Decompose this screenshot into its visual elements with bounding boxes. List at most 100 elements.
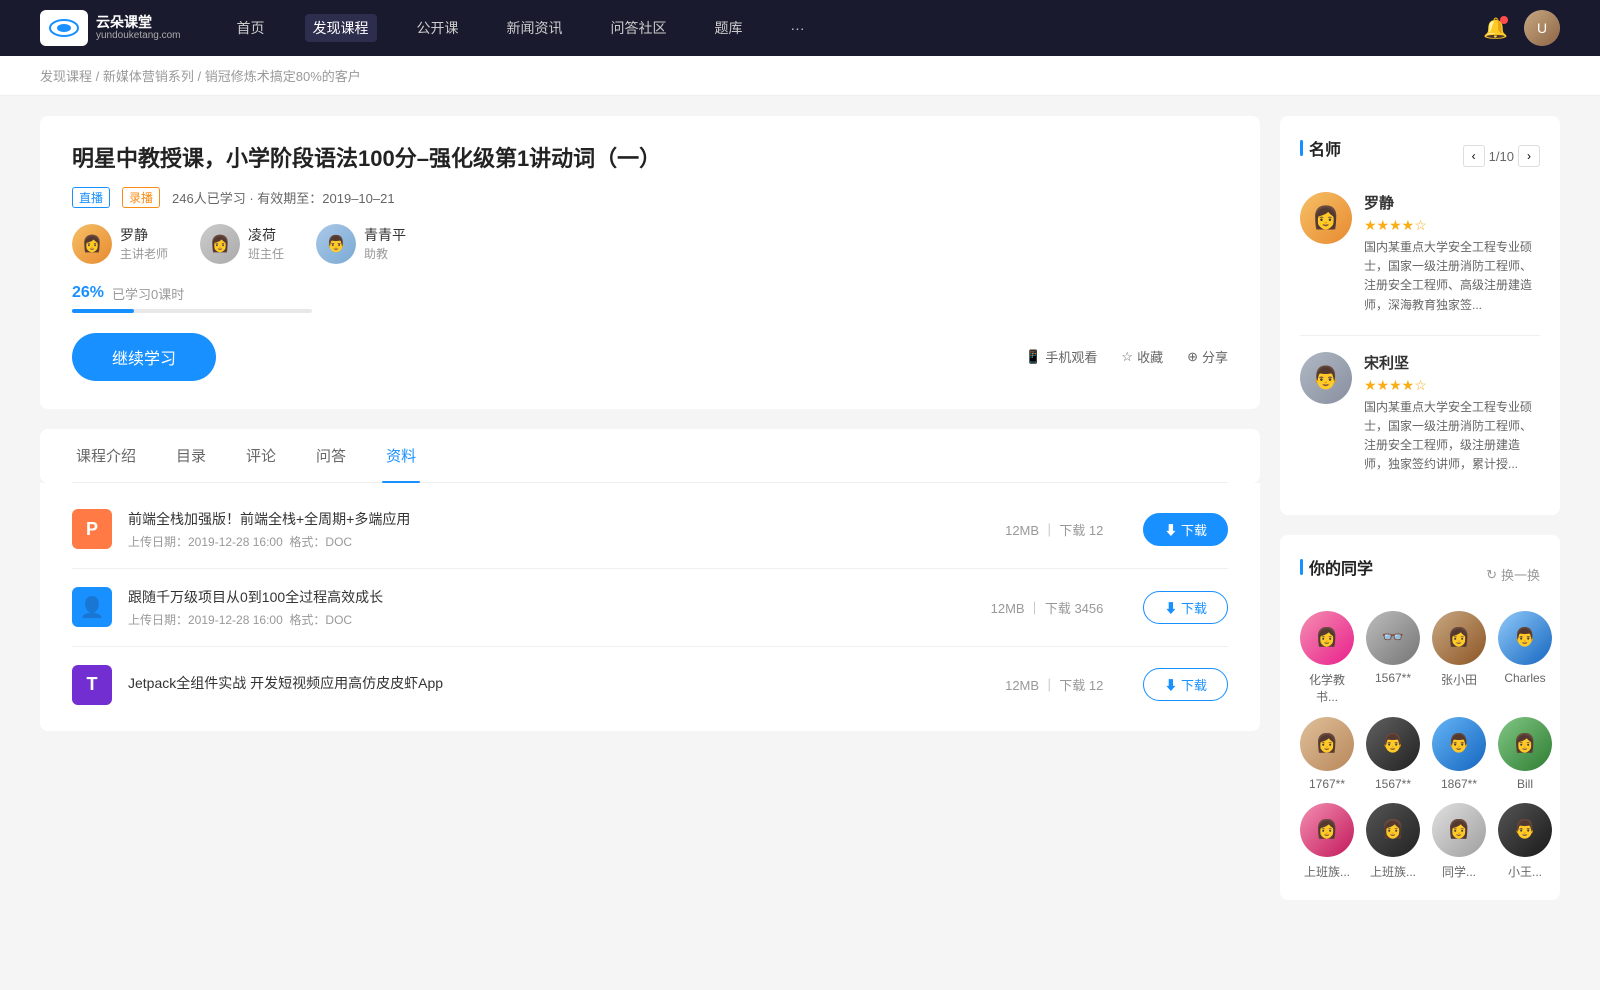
- student-0: 👩 化学教书...: [1300, 611, 1354, 705]
- student-5: 👨 1567**: [1366, 717, 1420, 791]
- student-8-avatar: 👩: [1300, 803, 1354, 857]
- main-content: 明星中教授课，小学阶段语法100分–强化级第1讲动词（一） 直播 录播 246人…: [40, 116, 1260, 920]
- nav-item-quiz[interactable]: 题库: [707, 14, 751, 42]
- logo-text: 云朵课堂 yundouketang.com: [96, 14, 181, 43]
- bell-icon[interactable]: 🔔: [1483, 16, 1508, 41]
- resource-name-2: Jetpack全组件实战 开发短视频应用高仿皮皮虾App: [128, 673, 989, 693]
- student-8: 👩 上班族...: [1300, 803, 1354, 880]
- famous-teacher-0-desc: 国内某重点大学安全工程专业硕士，国家一级注册消防工程师、注册安全工程师、高级注册…: [1364, 238, 1540, 315]
- user-avatar[interactable]: U: [1524, 10, 1560, 46]
- collect-link[interactable]: ☆ 收藏: [1121, 347, 1163, 366]
- famous-teacher-0: 👩 罗静 ★★★★☆ 国内某重点大学安全工程专业硕士，国家一级注册消防工程师、注…: [1300, 192, 1540, 315]
- famous-teacher-0-avatar: 👩: [1300, 192, 1352, 244]
- student-0-avatar: 👩: [1300, 611, 1354, 665]
- student-9-name: 上班族...: [1370, 863, 1416, 880]
- teacher-0-name: 罗静: [120, 225, 168, 245]
- star-icon: ☆: [1121, 349, 1133, 365]
- resource-meta-0: 上传日期：2019-12-28 16:00 格式：DOC: [128, 533, 989, 550]
- student-5-avatar: 👨: [1366, 717, 1420, 771]
- resource-name-1: 跟随千万级项目从0到100全过程高效成长: [128, 587, 975, 607]
- student-2: 👩 张小田: [1432, 611, 1486, 705]
- breadcrumb-series[interactable]: 新媒体营销系列: [103, 69, 194, 84]
- resource-icon-0: P: [72, 509, 112, 549]
- nav-item-news[interactable]: 新闻资讯: [499, 14, 571, 42]
- student-10: 👩 同学...: [1432, 803, 1486, 880]
- course-meta: 直播 录播 246人已学习 · 有效期至：2019–10–21: [72, 187, 1228, 208]
- student-11: 👨 小王...: [1498, 803, 1552, 880]
- mobile-label: 手机观看: [1045, 347, 1097, 366]
- resource-meta-1: 上传日期：2019-12-28 16:00 格式：DOC: [128, 611, 975, 628]
- teacher-0-info: 罗静 主讲老师: [120, 225, 168, 262]
- collect-label: 收藏: [1137, 347, 1163, 366]
- tab-review[interactable]: 评论: [242, 429, 280, 482]
- notification-dot: [1500, 16, 1508, 24]
- badge-record: 录播: [122, 187, 160, 208]
- famous-teachers-header: 名师 ‹ 1/10 ›: [1300, 136, 1540, 176]
- resource-name-0: 前端全栈加强版！前端全栈+全周期+多端应用: [128, 509, 989, 529]
- student-3: 👨 Charles: [1498, 611, 1552, 705]
- student-0-name: 化学教书...: [1300, 671, 1354, 705]
- progress-pct: 26%: [72, 284, 104, 302]
- famous-teacher-0-info: 罗静 ★★★★☆ 国内某重点大学安全工程专业硕士，国家一级注册消防工程师、注册安…: [1364, 192, 1540, 315]
- progress-bar-fill: [72, 309, 134, 313]
- famous-teacher-1: 👨 宋利坚 ★★★★☆ 国内某重点大学安全工程专业硕士，国家一级注册消防工程师、…: [1300, 352, 1540, 475]
- famous-teacher-1-name: 宋利坚: [1364, 352, 1540, 373]
- student-6: 👨 1867**: [1432, 717, 1486, 791]
- refresh-link[interactable]: ↻ 换一换: [1486, 565, 1540, 584]
- breadcrumb: 发现课程 / 新媒体营销系列 / 销冠修炼术搞定80%的客户: [0, 56, 1600, 96]
- refresh-icon: ↻: [1486, 567, 1497, 583]
- resource-info-0: 前端全栈加强版！前端全栈+全周期+多端应用 上传日期：2019-12-28 16…: [128, 509, 989, 550]
- teacher-divider: [1300, 335, 1540, 336]
- tab-resources[interactable]: 资料: [382, 429, 420, 482]
- resource-size-0: 12MB ｜ 下载 12: [1005, 520, 1103, 539]
- nav-item-qa[interactable]: 问答社区: [603, 14, 675, 42]
- main-layout: 明星中教授课，小学阶段语法100分–强化级第1讲动词（一） 直播 录播 246人…: [0, 96, 1600, 940]
- breadcrumb-discover[interactable]: 发现课程: [40, 69, 92, 84]
- teacher-1-role: 班主任: [248, 245, 284, 262]
- progress-bar-bg: [72, 309, 312, 313]
- teacher-2-name: 青青平: [364, 225, 406, 245]
- mobile-icon: 📱: [1025, 349, 1041, 365]
- continue-learning-button[interactable]: 继续学习: [72, 333, 216, 381]
- students-title: 你的同学: [1300, 555, 1373, 579]
- famous-teacher-0-name: 罗静: [1364, 192, 1540, 213]
- nav-item-home[interactable]: 首页: [229, 14, 273, 42]
- resource-item-1: 👤 跟随千万级项目从0到100全过程高效成长 上传日期：2019-12-28 1…: [72, 569, 1228, 647]
- students-grid: 👩 化学教书... 👓 1567** 👩 张小田: [1300, 611, 1540, 880]
- download-button-0[interactable]: ⬇ 下载: [1143, 513, 1228, 546]
- famous-teacher-1-stars: ★★★★☆: [1364, 377, 1540, 394]
- teacher-1-info: 凌荷 班主任: [248, 225, 284, 262]
- student-6-avatar: 👨: [1432, 717, 1486, 771]
- refresh-label: 换一换: [1501, 565, 1540, 584]
- sidebar: 名师 ‹ 1/10 › 👩 罗静 ★★★★☆ 国内某重点大学安全工程专业硕士，国…: [1280, 116, 1560, 920]
- student-1-avatar: 👓: [1366, 611, 1420, 665]
- teacher-next-button[interactable]: ›: [1518, 145, 1540, 167]
- resource-icon-2: T: [72, 665, 112, 705]
- famous-teacher-0-stars: ★★★★☆: [1364, 217, 1540, 234]
- mobile-view-link[interactable]: 📱 手机观看: [1025, 347, 1097, 366]
- logo[interactable]: 云朵课堂 yundouketang.com: [40, 10, 181, 46]
- nav-item-open[interactable]: 公开课: [409, 14, 467, 42]
- nav-item-more[interactable]: ···: [783, 16, 813, 40]
- tab-catalog[interactable]: 目录: [172, 429, 210, 482]
- nav-item-discover[interactable]: 发现课程: [305, 14, 377, 42]
- resource-list: P 前端全栈加强版！前端全栈+全周期+多端应用 上传日期：2019-12-28 …: [40, 483, 1260, 731]
- teacher-2-info: 青青平 助教: [364, 225, 406, 262]
- student-3-avatar: 👨: [1498, 611, 1552, 665]
- progress-section: 26% 已学习0课时: [72, 284, 1228, 313]
- famous-teachers-card: 名师 ‹ 1/10 › 👩 罗静 ★★★★☆ 国内某重点大学安全工程专业硕士，国…: [1280, 116, 1560, 515]
- download-button-2[interactable]: ⬇ 下载: [1143, 668, 1228, 701]
- student-6-name: 1867**: [1441, 777, 1477, 791]
- tab-qa[interactable]: 问答: [312, 429, 350, 482]
- share-link[interactable]: ⊕ 分享: [1187, 347, 1228, 366]
- teacher-2-role: 助教: [364, 245, 406, 262]
- tab-intro[interactable]: 课程介绍: [72, 429, 140, 482]
- course-stats: 246人已学习 · 有效期至：2019–10–21: [172, 188, 395, 207]
- teacher-prev-button[interactable]: ‹: [1463, 145, 1485, 167]
- navbar: 云朵课堂 yundouketang.com 首页 发现课程 公开课 新闻资讯 问…: [0, 0, 1600, 56]
- teacher-0-role: 主讲老师: [120, 245, 168, 262]
- nav-icons: 🔔 U: [1483, 10, 1560, 46]
- tabs: 课程介绍 目录 评论 问答 资料: [72, 429, 1228, 483]
- student-11-avatar: 👨: [1498, 803, 1552, 857]
- download-button-1[interactable]: ⬇ 下载: [1143, 591, 1228, 624]
